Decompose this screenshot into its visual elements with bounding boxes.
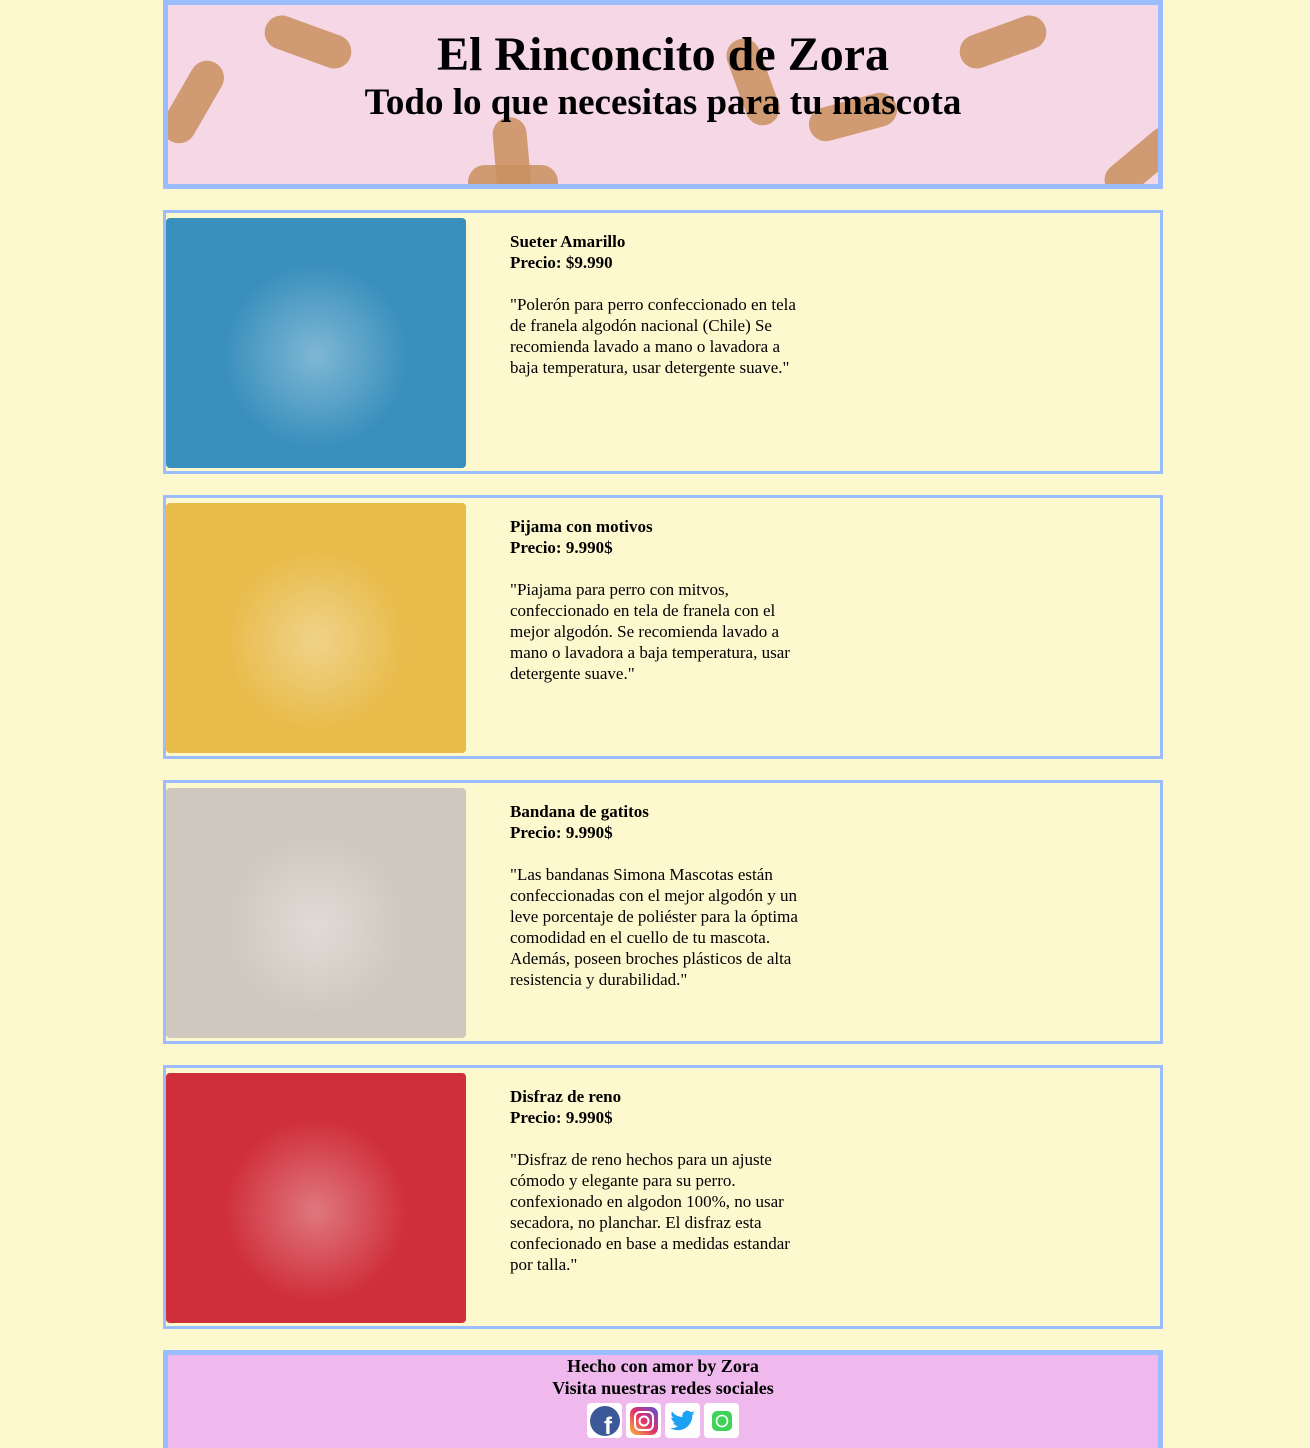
product-name: Disfraz de reno	[510, 1087, 622, 1106]
product-image	[166, 788, 466, 1038]
product-description: "Polerón para perro confeccionado en tel…	[510, 295, 796, 377]
header-banner: El Rinconcito de Zora Todo lo que necesi…	[163, 0, 1163, 189]
product-description: "Disfraz de reno hechos para un ajuste c…	[510, 1150, 790, 1274]
product-card: Pijama con motivos Precio: 9.990$ "Piajama…	[163, 495, 1163, 759]
product-price: Precio: $9.990	[510, 253, 613, 272]
product-name: Sueter Amarillo	[510, 232, 626, 251]
product-description: "Las bandanas Simona Mascotas están conf…	[510, 865, 798, 989]
product-image	[166, 218, 466, 468]
product-image	[166, 503, 466, 753]
product-price: Precio: 9.990$	[510, 538, 613, 557]
svg-text:f: f	[604, 1413, 613, 1437]
site-subtitle: Todo lo que necesitas para tu mascota	[364, 82, 962, 123]
product-price: Precio: 9.990$	[510, 1108, 613, 1127]
site-title: El Rinconcito de Zora	[437, 28, 889, 81]
product-card: Bandana de gatitos Precio: 9.990$ "Las ban…	[163, 780, 1163, 1044]
product-name: Bandana de gatitos	[510, 802, 649, 821]
instagram-icon[interactable]	[626, 1403, 661, 1438]
twitter-icon[interactable]	[665, 1403, 700, 1438]
whatsapp-icon[interactable]	[704, 1403, 739, 1438]
product-name: Pijama con motivos	[510, 517, 653, 536]
footer: Hecho con amor by Zora Visita nuestras r…	[163, 1350, 1163, 1448]
facebook-icon[interactable]: f	[587, 1403, 622, 1438]
product-card: Disfraz de reno Precio: 9.990$ "Disfraz de…	[163, 1065, 1163, 1329]
product-card: Sueter Amarillo Precio: $9.990 "Polerón pa…	[163, 210, 1163, 474]
product-description: "Piajama para perro con mitvos, confecci…	[510, 580, 790, 683]
footer-social-label: Visita nuestras redes sociales	[552, 1378, 774, 1398]
footer-credit: Hecho con amor by Zora	[567, 1356, 759, 1376]
product-price: Precio: 9.990$	[510, 823, 613, 842]
product-image	[166, 1073, 466, 1323]
